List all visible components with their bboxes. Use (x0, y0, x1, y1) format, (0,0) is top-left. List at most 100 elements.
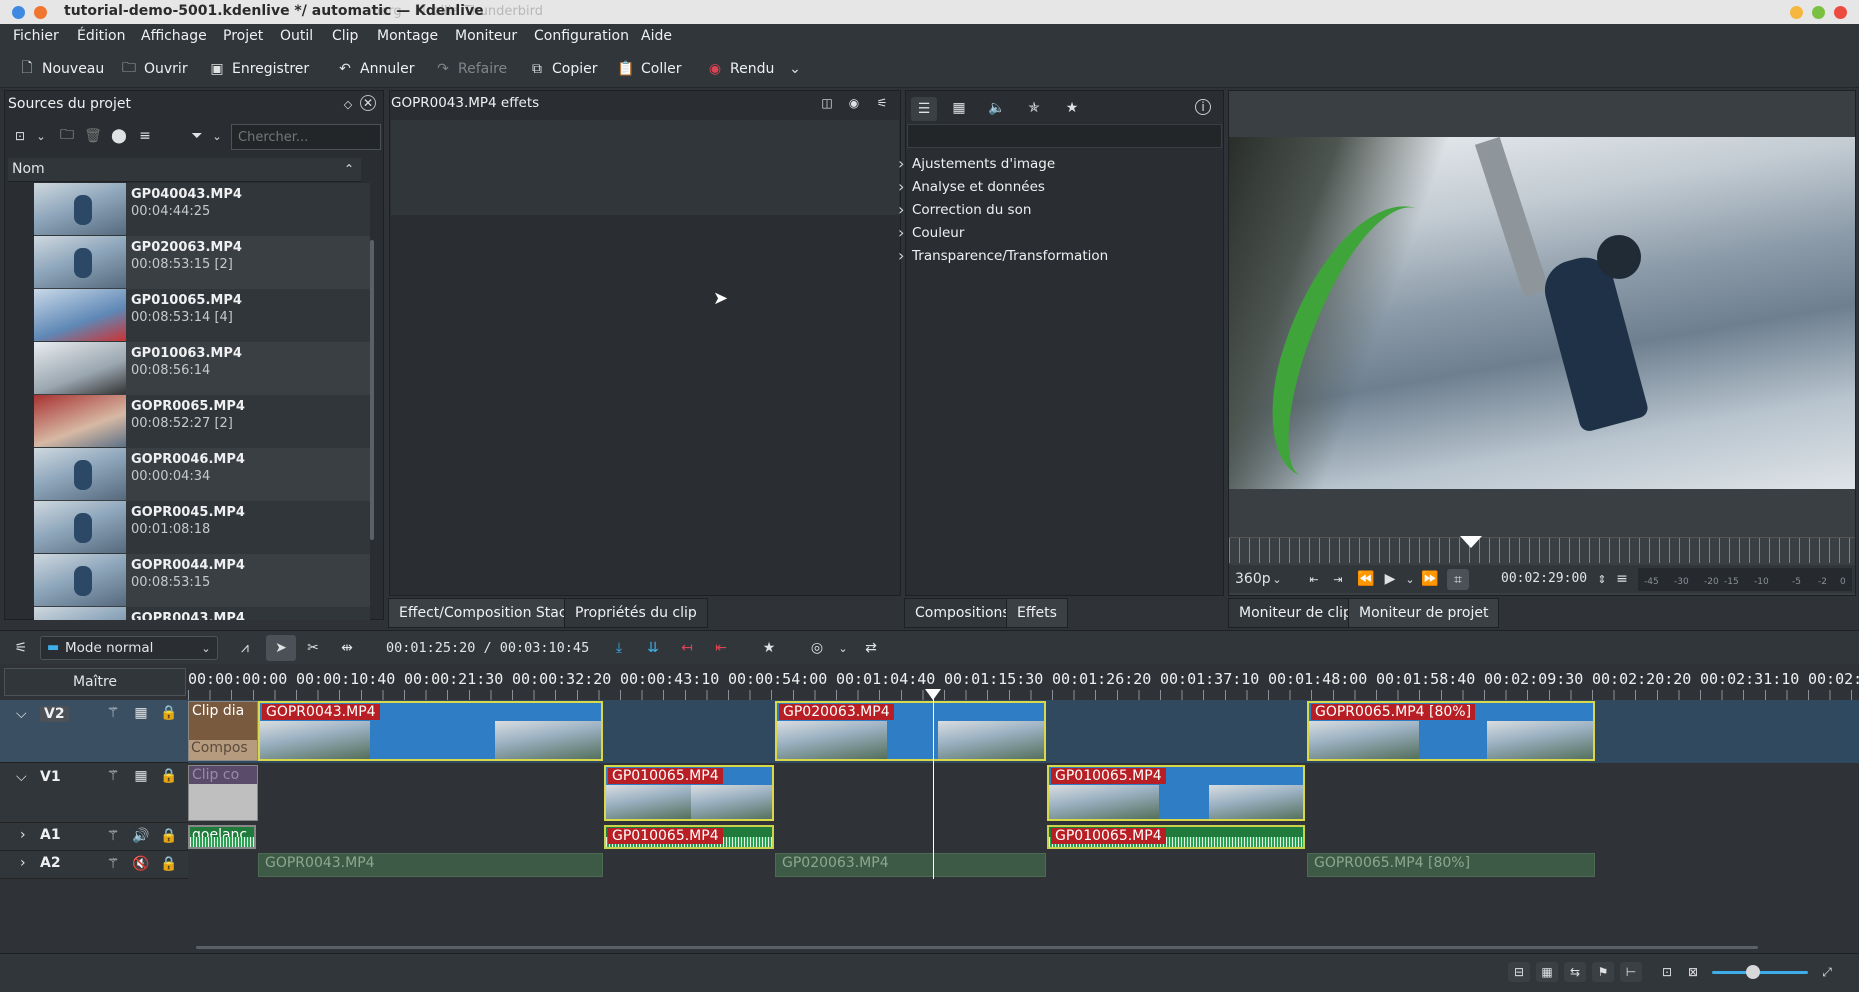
maximize-icon[interactable] (1812, 6, 1825, 19)
list-item[interactable]: GP010063.MP4 00:08:56:14 (34, 342, 370, 395)
speaker-icon[interactable]: 🔊 (132, 827, 150, 845)
lock-icon[interactable]: 🔒 (160, 767, 178, 785)
open-button[interactable]: 🗀 Ouvrir (120, 59, 188, 79)
color-clip[interactable]: Clip co (188, 765, 258, 821)
speaker-muted-icon[interactable]: 🔇 (132, 855, 150, 873)
timeline-clip[interactable]: GP020063.MP4 (775, 701, 1046, 761)
menu-affichage[interactable]: Affichage (141, 28, 207, 44)
chevron-down-icon[interactable]: ⌄ (834, 639, 852, 657)
render-button[interactable]: ◉ Rendu (706, 59, 774, 79)
custom-star-icon[interactable]: ✯ (1025, 99, 1043, 117)
undo-button[interactable]: ↶ Annuler (336, 59, 414, 79)
category-analysis[interactable]: Analyse et données (898, 177, 1045, 196)
menu-montage[interactable]: Montage (377, 28, 438, 44)
list-item[interactable]: GP010065.MP4 00:08:53:14 [4] (34, 289, 370, 342)
list-item[interactable]: GOPR0044.MP4 00:08:53:15 (34, 554, 370, 607)
title-clip[interactable]: Clip dia Compos (188, 701, 258, 761)
audio-clip[interactable]: GOPR0043.MP4 (258, 853, 603, 877)
list-item[interactable]: GOPR0046.MP4 00:00:04:34 (34, 448, 370, 501)
new-button[interactable]: 🗋 Nouveau (18, 59, 104, 79)
menu-lines-icon[interactable]: ≡ (136, 127, 154, 145)
set-in-point-icon[interactable]: ⇤ (1305, 570, 1323, 588)
chevron-down-icon[interactable]: ⌵ (16, 769, 27, 785)
search-input[interactable] (231, 124, 381, 150)
film-icon[interactable]: ▦ (132, 767, 150, 785)
menu-outil[interactable]: Outil (280, 28, 313, 44)
monitor-menu-icon[interactable]: ≡ (1613, 570, 1631, 588)
forward-icon[interactable]: ⏩ (1421, 570, 1439, 588)
master-button[interactable]: Maître (4, 668, 186, 696)
select-tool-icon[interactable]: ➤ (266, 635, 296, 661)
redo-button[interactable]: ↷ Refaire (434, 59, 507, 79)
render-dropdown[interactable]: ⌄ (786, 59, 804, 79)
lift-icon[interactable]: ↤ (678, 639, 696, 657)
category-image-adjustments[interactable]: Ajustements d'image (898, 154, 1055, 173)
category-sound-correction[interactable]: Correction du son (898, 200, 1031, 219)
effect-wand-icon[interactable]: ⚚ (104, 767, 122, 785)
timeline-clip[interactable]: GOPR0065.MP4 [80%] (1307, 701, 1595, 761)
insert-icon[interactable]: ⤓ (610, 639, 628, 657)
list-item[interactable]: GOPR0043.MP4 (34, 607, 370, 620)
chevron-down-icon[interactable]: ⌄ (208, 127, 226, 145)
list-item[interactable]: GP020063.MP4 00:08:53:15 [2] (34, 236, 370, 289)
track-height-icon[interactable]: ⊟ (1508, 962, 1530, 982)
composition-label[interactable]: Compos (189, 740, 257, 760)
menu-clip[interactable]: Clip (332, 28, 358, 44)
effects-search-input[interactable] (907, 124, 1222, 148)
zoom-slider-handle[interactable] (1746, 965, 1760, 979)
float-panel-icon[interactable]: ◇ (339, 95, 357, 113)
timeline-clip[interactable]: GOPR0043.MP4 (258, 701, 603, 761)
timeline-ruler[interactable]: 00:00:00:00 00:00:10:40 00:00:21:30 00:0… (188, 666, 1859, 700)
audio-speaker-icon[interactable]: 🔈 (988, 99, 1006, 117)
info-icon[interactable]: i (1195, 99, 1211, 115)
crop-icon[interactable]: ⌗ (1447, 569, 1469, 590)
audio-clip[interactable]: GP020063.MP4 (775, 853, 1046, 877)
video-preview[interactable] (1229, 137, 1855, 489)
lock-icon[interactable]: 🔒 (160, 704, 178, 722)
razor-tool-icon[interactable]: ✂ (304, 639, 322, 657)
tab-compositions[interactable]: Compositions (904, 598, 1021, 628)
tab-clip-properties[interactable]: Propriétés du clip (564, 598, 708, 628)
tab-effects[interactable]: Effets (1006, 598, 1068, 628)
lock-icon[interactable]: 🔒 (160, 827, 178, 845)
minimize-icon[interactable] (1790, 6, 1803, 19)
audio-clip[interactable]: GP010065.MP4 (604, 825, 774, 849)
window-menu-icon[interactable] (34, 6, 47, 19)
settings-sliders-icon[interactable]: ⚟ (873, 94, 891, 112)
column-header[interactable]: Nom ⌃ (8, 158, 361, 182)
category-color[interactable]: Couleur (898, 223, 965, 242)
menu-projet[interactable]: Projet (223, 28, 263, 44)
monitor-timecode[interactable]: 00:02:29:00 (1501, 571, 1587, 586)
playhead-marker-icon[interactable] (1460, 536, 1482, 548)
timeline-clip[interactable]: GP010065.MP4 (604, 765, 774, 821)
favorite-effect-icon[interactable]: ★ (760, 639, 778, 657)
record-audio-icon[interactable]: ◎ (808, 639, 826, 657)
bin-scrollbar[interactable] (370, 240, 374, 540)
extract-icon[interactable]: ⇤ (712, 639, 730, 657)
effect-wand-icon[interactable]: ⚚ (104, 704, 122, 722)
delete-icon[interactable]: 🗑 (84, 127, 102, 145)
add-clip-icon[interactable]: ⊡ (11, 127, 29, 145)
set-out-point-icon[interactable]: ⇥ (1329, 570, 1347, 588)
close-panel-icon[interactable]: ✕ (360, 95, 376, 111)
rewind-icon[interactable]: ⏪ (1357, 570, 1375, 588)
window-app-icon[interactable] (12, 6, 25, 19)
edit-mode-select[interactable]: ▬ Mode normal ⌄ (40, 636, 218, 660)
zoom-in-icon[interactable]: ⤢ (1816, 962, 1838, 982)
menu-moniteur[interactable]: Moniteur (455, 28, 517, 44)
save-button[interactable]: ▣ Enregistrer (208, 59, 309, 79)
filter-icon[interactable]: ⏷ (188, 127, 206, 145)
chevron-down-icon[interactable]: ⌄ (32, 127, 50, 145)
timeline-settings-icon[interactable]: ⚟ (12, 639, 30, 657)
snap-icon[interactable]: ⇆ (1564, 962, 1586, 982)
track-name[interactable]: V1 (40, 769, 61, 785)
copy-button[interactable]: ⧉ Copier (528, 59, 598, 79)
effect-wand-icon[interactable]: ⚚ (104, 827, 122, 845)
spinner-icon[interactable]: ⇕ (1593, 570, 1611, 588)
resolution-selector[interactable]: 360p (1235, 571, 1271, 587)
track-name[interactable]: A1 (40, 827, 61, 843)
timeline-hscrollbar[interactable] (196, 946, 1758, 949)
menu-fichier[interactable]: Fichier (13, 28, 59, 44)
menu-configuration[interactable]: Configuration (534, 28, 629, 44)
zoom-fit-icon[interactable]: ⊡ (1656, 962, 1678, 982)
